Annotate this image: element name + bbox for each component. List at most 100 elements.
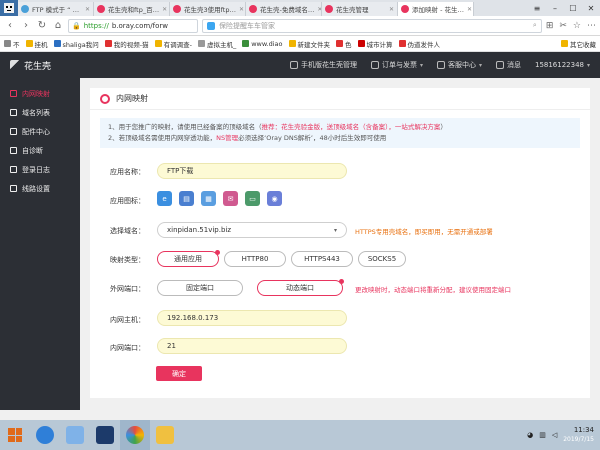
taskbar-explorer[interactable] [150, 420, 180, 450]
internal-port-label: 内网端口： [110, 344, 145, 352]
browser-tab-active[interactable]: 添加映射 - 花生… ✕ [398, 2, 474, 16]
bookmark-item[interactable]: 我的视频-猫 [104, 39, 149, 49]
type-socks5[interactable]: SOCKS5 [358, 251, 406, 267]
type-https443[interactable]: HTTPS443 [291, 251, 353, 267]
tab-label: 花生壳管理 [336, 6, 369, 14]
sidebar-item-line-settings[interactable]: 线路设置 [0, 179, 80, 198]
table-icon[interactable]: ▦ [201, 191, 216, 206]
cut-icon[interactable]: ✂ [559, 21, 567, 31]
sidebar-item-intranet-mapping[interactable]: 内网映射 [0, 84, 80, 103]
mapping-type-label: 映射类型： [110, 256, 145, 264]
internal-port-input[interactable]: 21 [157, 338, 347, 354]
url-field[interactable]: 🔒 https://b.oray.com/forw [68, 18, 198, 33]
app-name-input[interactable]: FTP下载 [157, 163, 347, 179]
extensions-icon[interactable]: ⊞ [546, 21, 554, 31]
chip-label: HTTP80 [241, 255, 269, 263]
header-mobile-manage[interactable]: 手机版花生壳管理 [289, 60, 357, 70]
tab-close-icon[interactable]: ✕ [467, 6, 472, 13]
search-engine-icon [207, 21, 215, 30]
start-button[interactable] [0, 420, 30, 450]
port-dynamic[interactable]: 动态端口 [257, 279, 344, 296]
volume-icon[interactable]: ◁ [552, 431, 557, 439]
bookmark-item[interactable]: shaliga我问 [53, 39, 99, 49]
sidebar-item-domains[interactable]: 域名列表 [0, 103, 80, 122]
server-icon[interactable]: ▭ [245, 191, 260, 206]
taskbar-bird-app[interactable] [60, 420, 90, 450]
bookmark-item[interactable]: www.diao [242, 39, 283, 48]
sidebar-item-accessories[interactable]: 配件中心 [0, 122, 80, 141]
app-name-label: 应用名称： [110, 168, 145, 176]
refresh-icon[interactable]: ↻ [36, 20, 48, 31]
type-generic-app[interactable]: 通用应用 [157, 250, 220, 267]
forward-icon[interactable]: › [20, 20, 32, 31]
star-icon[interactable]: ☆ [573, 21, 581, 31]
bookmark-label: shaliga我问 [62, 40, 99, 49]
browser-tab[interactable]: 花生壳管理 ✕ [322, 2, 398, 16]
taskbar-photoshop[interactable] [90, 420, 120, 450]
tab-close-icon[interactable]: ✕ [389, 6, 394, 13]
header-messages[interactable]: 消息 [495, 60, 521, 70]
back-icon[interactable]: ‹ [4, 20, 16, 31]
network-icon[interactable]: ▥ [539, 431, 546, 439]
tab-close-icon[interactable]: ✕ [239, 6, 244, 13]
mail-icon[interactable]: ✉ [223, 191, 238, 206]
bookmark-label: 伪道发件人 [407, 40, 441, 49]
bookmark-label: www.diao [251, 39, 283, 48]
tab-close-icon[interactable]: ✕ [162, 6, 167, 13]
browser-tab[interactable]: 花生壳和ftp_百… ✕ [94, 2, 170, 16]
type-http80[interactable]: HTTP80 [224, 251, 286, 267]
bookmark-item[interactable]: 色 [336, 39, 352, 49]
browser-app-icon [126, 426, 144, 444]
menu-icon[interactable]: ≡ [528, 0, 546, 16]
document-icon[interactable]: ▤ [179, 191, 194, 206]
search-input[interactable]: 保险提醒车车管家 ⌕ [202, 18, 542, 33]
qq-icon[interactable]: ◕ [527, 431, 533, 439]
port-fixed[interactable]: 固定端口 [157, 280, 243, 296]
taskbar-ie[interactable] [30, 420, 60, 450]
bookmark-item[interactable]: 挂机 [25, 39, 48, 49]
close-window-icon[interactable]: ✕ [582, 0, 600, 16]
minimize-icon[interactable]: – [546, 0, 564, 16]
browser-tab[interactable]: 花生壳3使用ftp… ✕ [170, 2, 246, 16]
app-logo[interactable]: 花生壳 [0, 59, 80, 72]
other-bookmarks-label: 其它收藏 [570, 40, 596, 49]
sidebar-item-login-log[interactable]: 登录日志 [0, 160, 80, 179]
address-bar: ‹ › ↻ ⌂ 🔒 https://b.oray.com/forw 保险提醒车车… [0, 16, 600, 36]
domain-select[interactable]: xinpidan.51vip.biz ▾ [157, 222, 347, 238]
sidebar-item-diagnose[interactable]: 自诊断 [0, 141, 80, 160]
log-icon [10, 166, 17, 173]
chip-label: 通用应用 [174, 255, 202, 263]
bookmark-item[interactable]: 有调调查- [154, 39, 192, 49]
camera-icon[interactable]: ◉ [267, 191, 282, 206]
bookmark-item[interactable]: 虚拟主机_ [197, 39, 236, 49]
header-orders[interactable]: 订单与发票 ▾ [370, 60, 423, 70]
bookmark-item[interactable]: 新建文件夹 [288, 39, 330, 49]
home-icon[interactable]: ⌂ [52, 20, 64, 31]
bookmark-item[interactable]: 城市计算 [357, 39, 393, 49]
ie-icon[interactable]: e [157, 191, 172, 206]
folder-icon [156, 426, 174, 444]
clock[interactable]: 11:34 2019/7/15 [563, 426, 594, 444]
title-marker-icon [100, 93, 110, 104]
search-icon[interactable]: ⌕ [533, 21, 537, 30]
notice-ns-link[interactable]: NS管理 [216, 134, 238, 142]
taskbar-browser[interactable] [120, 420, 150, 450]
other-bookmarks[interactable]: 其它收藏 [561, 39, 596, 49]
notice-highlight-link[interactable]: 推荐：花生壳验金版，送顶级域名（含备案），一站式解决方案 [262, 123, 441, 131]
bookmark-item[interactable]: 伪道发件人 [398, 39, 441, 49]
tab-close-icon[interactable]: ✕ [85, 6, 90, 13]
chip-label: 动态端口 [286, 284, 314, 292]
internal-port-value: 21 [167, 342, 176, 350]
confirm-button[interactable]: 确定 [156, 366, 202, 381]
header-support[interactable]: 客服中心 ▾ [436, 60, 482, 70]
profile-avatar[interactable] [0, 0, 18, 16]
browser-tab[interactable]: 花生壳-免费域名… ✕ [246, 2, 322, 16]
maximize-icon[interactable]: ☐ [564, 0, 582, 16]
browser-tab[interactable]: FTP 模式于 “ … ✕ [18, 2, 94, 16]
bookmark-label: 有调调查- [163, 40, 192, 49]
internal-host-input[interactable]: 192.168.0.173 [157, 310, 347, 326]
bookmark-item[interactable]: 不 [4, 39, 20, 49]
browser-tab-strip: FTP 模式于 “ … ✕ 花生壳和ftp_百… ✕ 花生壳3使用ftp… ✕ 花生壳… [0, 0, 600, 16]
header-account[interactable]: 15816122348 ▾ [535, 61, 590, 69]
more-icon[interactable]: ⋯ [587, 21, 596, 31]
